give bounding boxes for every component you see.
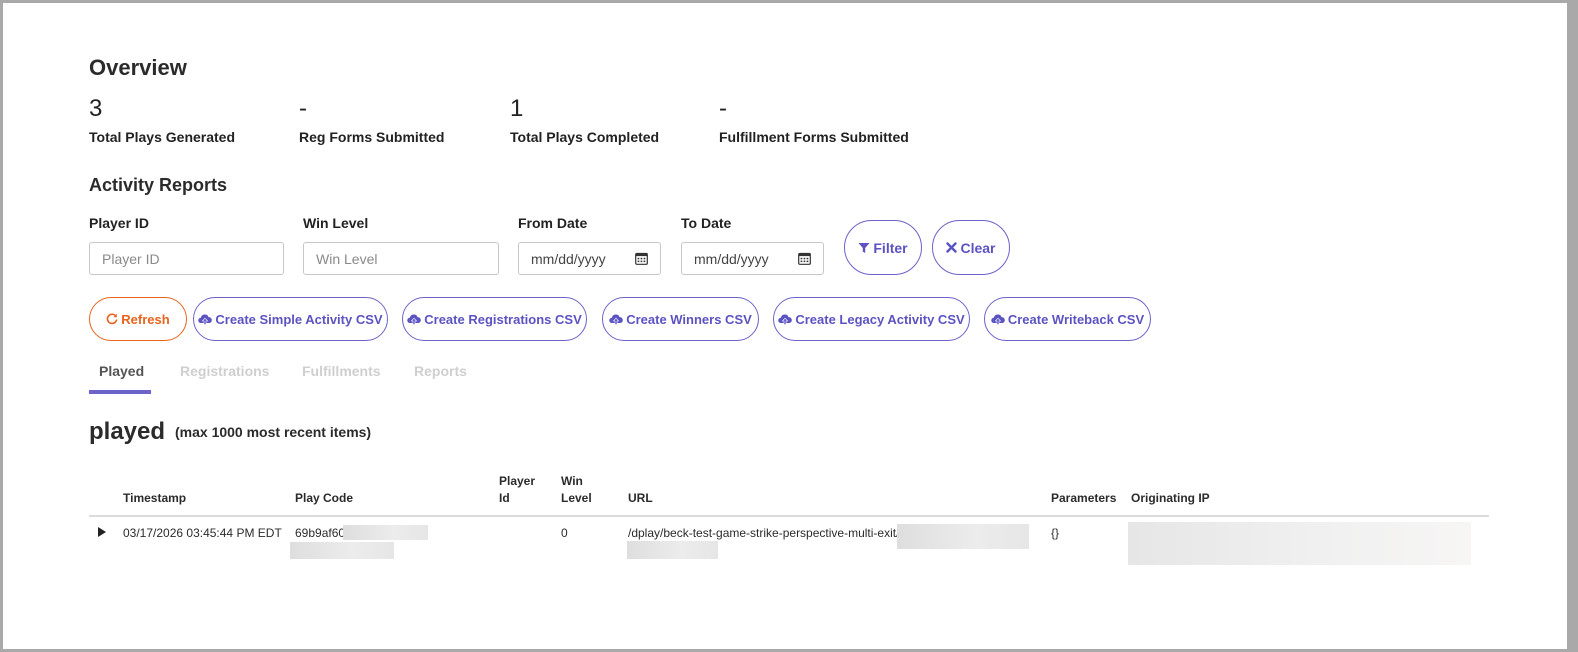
column-header-play-code[interactable]: Play Code [295,490,353,507]
redacted-url-part [897,524,1029,549]
cloud-upload-icon [609,314,624,325]
stat-fulfillment-forms-submitted-label: Fulfillment Forms Submitted [719,129,909,145]
win-level-label: Win Level [303,215,369,231]
column-header-win-level[interactable]: Win Level [561,473,592,507]
calendar-icon[interactable] [798,252,811,265]
filter-button-label: Filter [873,239,908,256]
create-simple-activity-csv-label: Create Simple Activity CSV [215,311,383,327]
row-win-level: 0 [561,526,568,540]
to-date-label: To Date [681,215,732,231]
to-date-placeholder: mm/dd/yyyy [694,250,769,267]
create-legacy-activity-csv-button[interactable]: Create Legacy Activity CSV [773,297,970,341]
stat-total-plays-generated-label: Total Plays Generated [89,129,236,145]
clear-button[interactable]: Clear [932,220,1010,275]
column-header-url[interactable]: URL [628,490,653,507]
stat-reg-forms-submitted-label: Reg Forms Submitted [299,129,445,145]
create-registrations-csv-button[interactable]: Create Registrations CSV [402,297,587,341]
create-writeback-csv-button[interactable]: Create Writeback CSV [984,297,1151,341]
player-id-input[interactable] [89,242,284,275]
create-winners-csv-button[interactable]: Create Winners CSV [602,297,759,341]
column-header-timestamp[interactable]: Timestamp [123,490,186,507]
stat-total-plays-generated-value: 3 [89,95,103,122]
column-header-win-level-line2: Level [561,491,592,505]
create-writeback-csv-label: Create Writeback CSV [1007,311,1145,327]
active-tab-indicator [89,390,151,394]
column-header-win-level-line1: Win [561,474,583,488]
played-section-subtitle: (max 1000 most recent items) [175,424,372,440]
column-header-parameters[interactable]: Parameters [1051,490,1116,507]
stat-total-plays-completed-value: 1 [510,95,524,122]
refresh-icon [106,313,118,325]
refresh-button[interactable]: Refresh [89,297,187,341]
page-title: Overview [89,55,187,80]
stat-reg-forms-submitted-value: - [299,95,307,122]
table-header-divider [89,515,1489,517]
from-date-placeholder: mm/dd/yyyy [531,250,606,267]
refresh-button-label: Refresh [121,311,170,327]
create-registrations-csv-label: Create Registrations CSV [424,311,582,327]
win-level-input[interactable] [303,242,499,275]
filter-icon [858,242,870,253]
create-winners-csv-label: Create Winners CSV [626,311,752,327]
tab-fulfillments[interactable]: Fulfillments [302,363,381,379]
create-legacy-activity-csv-label: Create Legacy Activity CSV [795,311,965,327]
row-url: /dplay/beck-test-game-strike-perspective… [628,526,900,540]
clear-button-label: Clear [960,239,996,256]
redacted-play-code-part [290,542,394,559]
cloud-upload-icon [778,314,793,325]
filter-button[interactable]: Filter [844,220,922,275]
cloud-upload-icon [198,314,213,325]
stat-total-plays-completed-label: Total Plays Completed [510,129,660,145]
from-date-input[interactable]: mm/dd/yyyy [518,242,661,275]
column-header-player-id[interactable]: Player Id [499,473,535,507]
row-timestamp: 03/17/2026 03:45:44 PM EDT [123,526,282,540]
tab-reports[interactable]: Reports [414,363,467,379]
redacted-play-code-part [343,525,428,540]
to-date-input[interactable]: mm/dd/yyyy [681,242,824,275]
activity-reports-heading: Activity Reports [89,175,228,195]
column-header-originating-ip[interactable]: Originating IP [1131,490,1210,507]
played-section-title: played [89,418,166,445]
player-id-label: Player ID [89,215,149,231]
tab-played[interactable]: Played [99,363,144,379]
cloud-upload-icon [991,314,1005,325]
close-icon [946,242,958,253]
create-simple-activity-csv-button[interactable]: Create Simple Activity CSV [193,297,388,341]
calendar-icon[interactable] [635,252,648,265]
column-header-player-id-line1: Player [499,474,536,488]
expand-row-icon[interactable] [98,527,106,537]
column-header-player-id-line2: Id [499,491,510,505]
stat-fulfillment-forms-submitted-value: - [719,95,727,122]
from-date-label: From Date [518,215,588,231]
redacted-originating-ip [1128,522,1471,565]
tab-registrations[interactable]: Registrations [180,363,269,379]
cloud-upload-icon [407,314,422,325]
page-frame: Overview 3 Total Plays Generated - Reg F… [0,0,1578,652]
redacted-url-part [627,541,718,559]
row-parameters: {} [1051,526,1060,540]
row-play-code: 69b9af60 [295,526,346,540]
